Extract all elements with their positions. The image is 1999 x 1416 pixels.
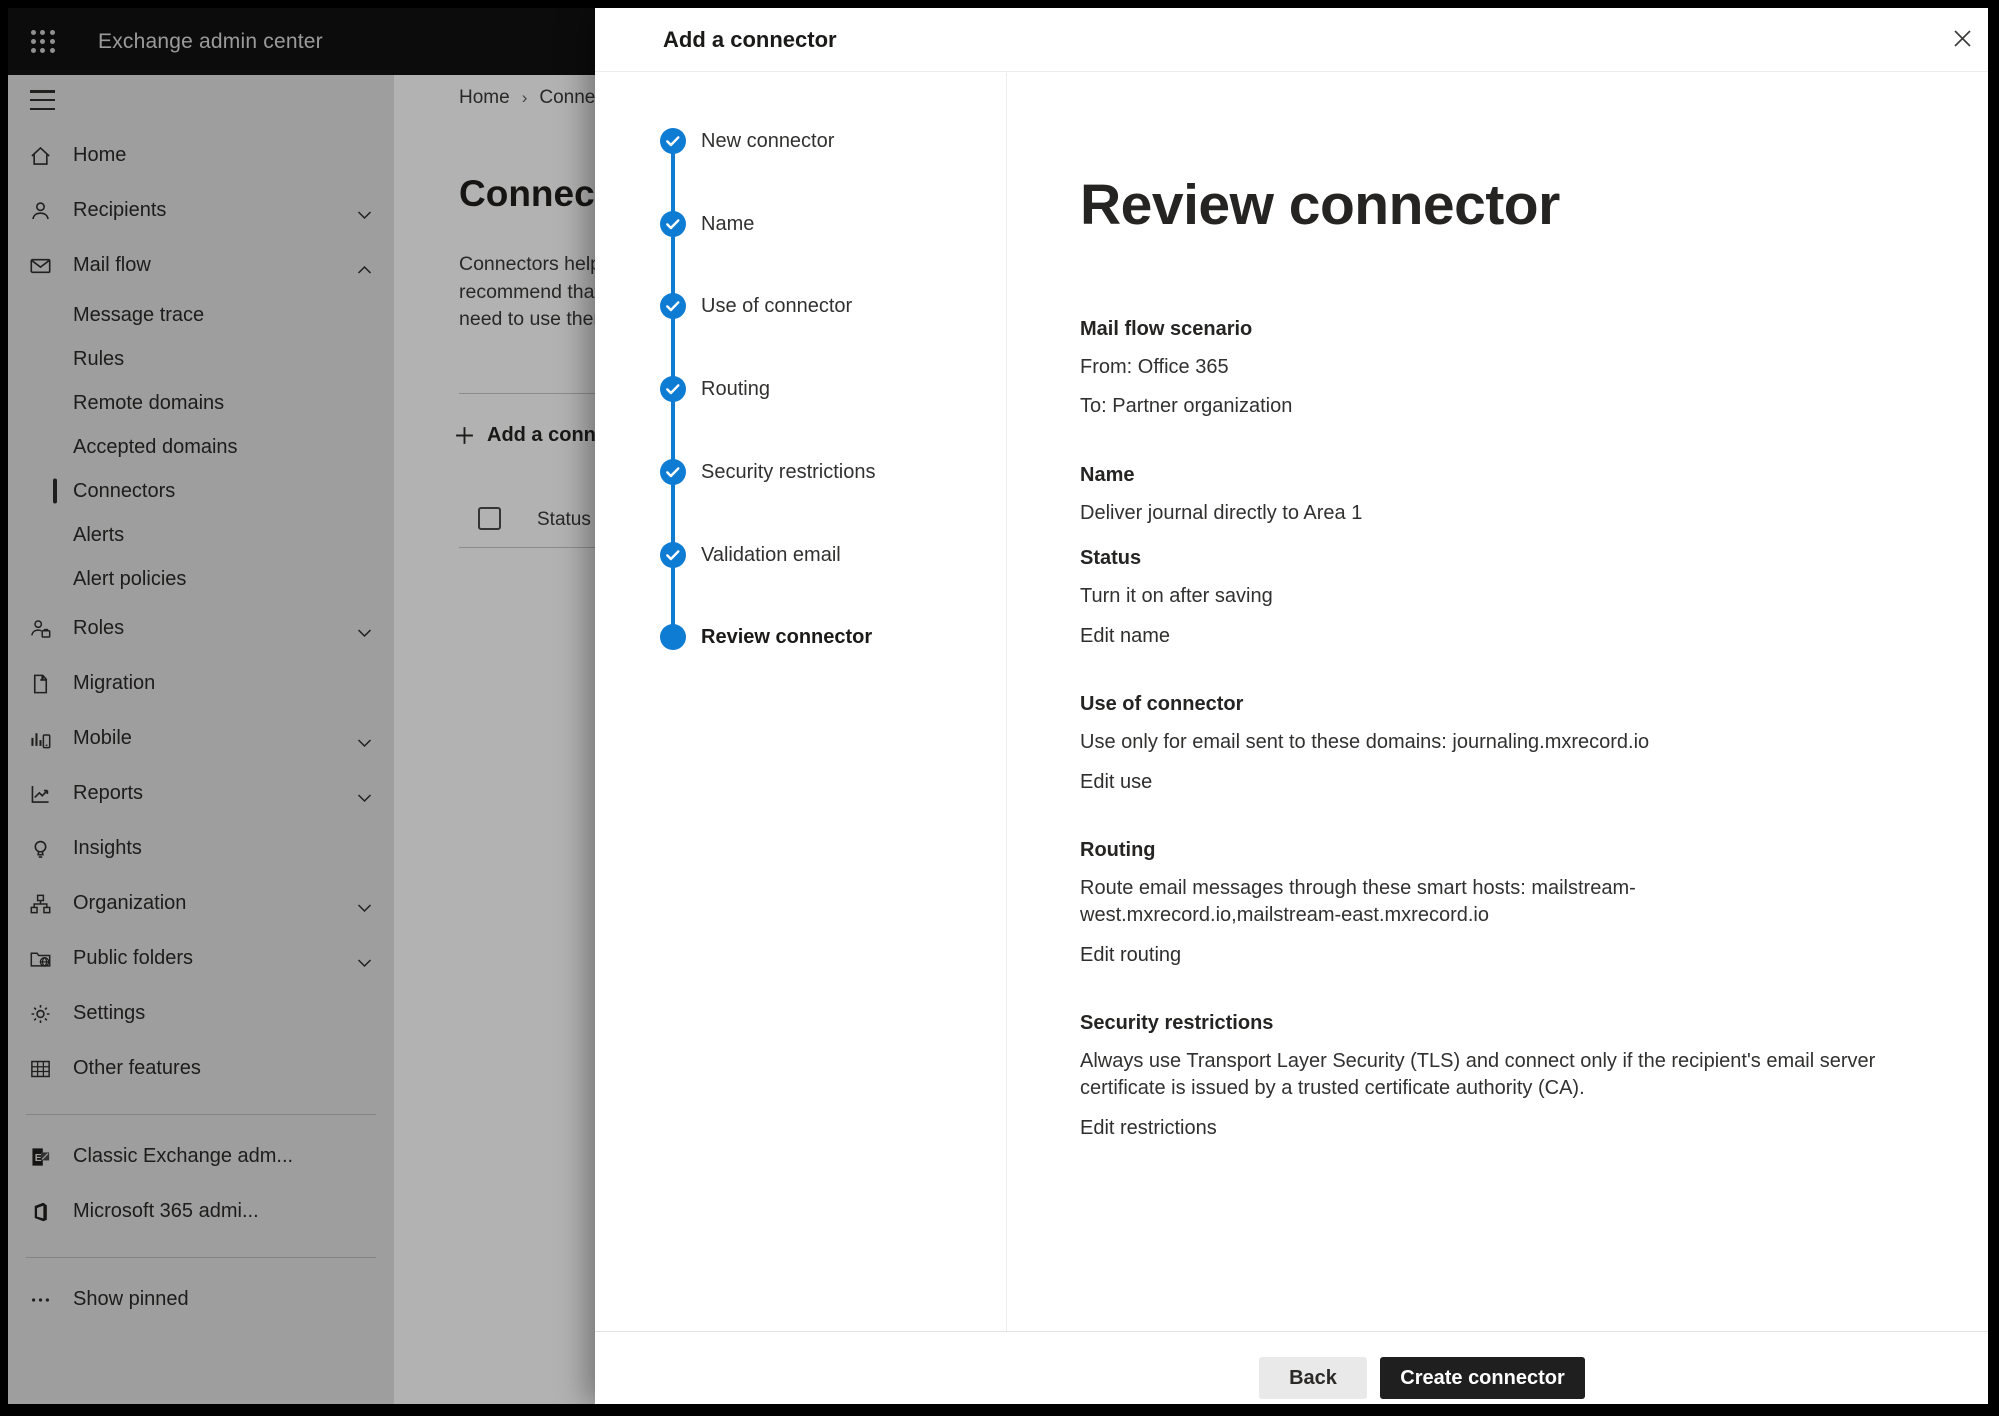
add-connector-dialog: Add a connector New connector Name Use of … (595, 8, 1988, 1404)
step-new-connector[interactable]: New connector (595, 128, 996, 154)
step-check-icon (660, 542, 686, 568)
step-label: Validation email (701, 542, 841, 568)
dialog-footer: Back Create connector (595, 1331, 1988, 1404)
close-icon (1953, 29, 1972, 48)
review-text: Route email messages through these smart… (1080, 875, 1880, 929)
review-title: Review connector (1080, 172, 1948, 238)
review-edit-link-edit-name[interactable]: Edit name (1080, 623, 1170, 649)
review-text: Always use Transport Layer Security (TLS… (1080, 1048, 1880, 1102)
review-text: Deliver journal directly to Area 1 (1080, 500, 1880, 527)
step-check-icon (660, 293, 686, 319)
review-edit-link-edit-restrictions[interactable]: Edit restrictions (1080, 1115, 1217, 1141)
step-security-restrictions[interactable]: Security restrictions (595, 459, 996, 485)
review-section-heading-security-restrictions: Security restrictions (1080, 1010, 1880, 1036)
step-name[interactable]: Name (595, 211, 996, 237)
step-check-icon (660, 211, 686, 237)
step-label: Review connector (701, 624, 872, 650)
review-blocks: Mail flow scenario From: Office 365 To: Pa… (1080, 316, 1880, 1141)
review-section-heading-mail-flow-scenario: Mail flow scenario (1080, 316, 1880, 342)
step-check-icon (660, 459, 686, 485)
dialog-header: Add a connector (595, 8, 1988, 72)
screenshot-root: Exchange admin center HomeRecipientsMail… (0, 0, 1999, 1416)
step-label: New connector (701, 128, 834, 154)
review-text: Turn it on after saving (1080, 583, 1880, 610)
step-current-dot-icon (660, 624, 686, 650)
step-validation-email[interactable]: Validation email (595, 542, 996, 568)
review-section-heading-status: Status (1080, 545, 1880, 571)
step-use-of-connector[interactable]: Use of connector (595, 293, 996, 319)
step-label: Routing (701, 376, 770, 402)
step-routing[interactable]: Routing (595, 376, 996, 402)
review-section-heading-name: Name (1080, 462, 1880, 488)
review-section-heading-use-of-connector: Use of connector (1080, 691, 1880, 717)
review-text: Use only for email sent to these domains… (1080, 729, 1880, 756)
step-label: Use of connector (701, 293, 852, 319)
step-review-connector[interactable]: Review connector (595, 624, 996, 650)
close-button[interactable] (1944, 20, 1980, 56)
review-text: From: Office 365 (1080, 354, 1880, 381)
create-connector-button[interactable]: Create connector (1380, 1357, 1585, 1399)
step-check-icon (660, 376, 686, 402)
app-window: Exchange admin center HomeRecipientsMail… (8, 8, 1988, 1404)
back-button[interactable]: Back (1259, 1357, 1367, 1399)
review-content: Review connector Mail flow scenario From:… (1007, 73, 1988, 1331)
step-label: Security restrictions (701, 459, 876, 485)
review-edit-link-edit-use[interactable]: Edit use (1080, 769, 1152, 795)
review-section-heading-routing: Routing (1080, 837, 1880, 863)
step-label: Name (701, 211, 754, 237)
step-check-icon (660, 128, 686, 154)
wizard-stepper: New connector Name Use of connector Routing… (595, 73, 1007, 1331)
review-text: To: Partner organization (1080, 393, 1880, 420)
dialog-title: Add a connector (663, 27, 837, 53)
review-edit-link-edit-routing[interactable]: Edit routing (1080, 942, 1181, 968)
dialog-body: New connector Name Use of connector Routing… (595, 73, 1988, 1331)
